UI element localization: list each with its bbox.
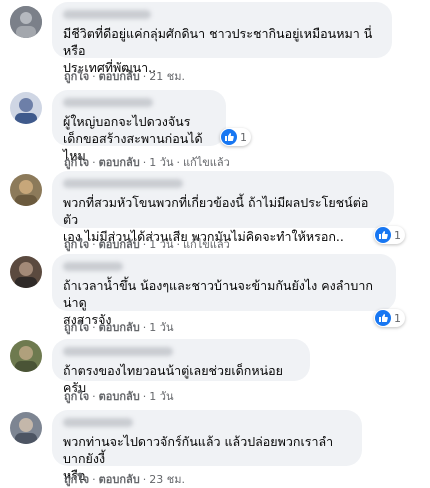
thumbs-up-icon — [375, 227, 391, 243]
comment-bubble: ผู้ใหญ่บอกจะไปดวงจันร เด็กขอสร้างสะพานก่… — [52, 90, 226, 163]
timestamp[interactable]: 1 วัน — [149, 390, 173, 403]
edited-label[interactable]: แก้ไขแล้ว — [183, 238, 230, 251]
reply-link[interactable]: ตอบกลับ — [99, 238, 140, 251]
like-link[interactable]: ถูกใจ — [64, 321, 89, 334]
reaction-number: 1 — [240, 130, 247, 144]
avatar[interactable] — [10, 6, 42, 38]
commenter-name[interactable] — [63, 418, 133, 427]
like-link[interactable]: ถูกใจ — [64, 156, 89, 169]
reply-link[interactable]: ตอบกลับ — [99, 70, 140, 83]
comment-actions: ถูกใจ · ตอบกลับ · 1 วัน — [64, 390, 174, 403]
timestamp[interactable]: 1 วัน — [149, 156, 173, 169]
thumbs-up-icon — [375, 310, 391, 326]
timestamp[interactable]: 1 วัน — [149, 321, 173, 334]
like-link[interactable]: ถูกใจ — [64, 238, 89, 251]
reaction-number: 1 — [394, 311, 401, 325]
comment-bubble: พวกที่สวมหัวโขนพวกที่เกี่ยวข้องนี้ ถ้าไม… — [52, 171, 394, 244]
comment-actions: ถูกใจ · ตอบกลับ · 1 วัน · แก้ไขแล้ว — [64, 156, 230, 169]
commenter-name[interactable] — [63, 347, 173, 356]
comment-bubble: ถ้าตรงของไทยวอนน้าตู่เลยช่วยเด็กหน่อยครั… — [52, 339, 310, 395]
comment-actions: ถูกใจ · ตอบกลับ · 21 ชม. — [64, 70, 185, 83]
avatar[interactable] — [10, 92, 42, 124]
commenter-name[interactable] — [63, 262, 123, 271]
reaction-count[interactable]: 1 — [374, 309, 405, 327]
reply-link[interactable]: ตอบกลับ — [99, 390, 140, 403]
reaction-number: 1 — [394, 228, 401, 242]
timestamp[interactable]: 1 วัน — [149, 238, 173, 251]
reply-link[interactable]: ตอบกลับ — [99, 321, 140, 334]
comment-actions: ถูกใจ · ตอบกลับ · 1 วัน · แก้ไขแล้ว — [64, 238, 230, 251]
avatar[interactable] — [10, 340, 42, 372]
commenter-name[interactable] — [63, 179, 183, 188]
commenter-name[interactable] — [63, 10, 151, 19]
comment-actions: ถูกใจ · ตอบกลับ · 23 ชม. — [64, 473, 185, 486]
commenter-name[interactable] — [63, 98, 153, 107]
reaction-count[interactable]: 1 — [374, 226, 405, 244]
avatar[interactable] — [10, 412, 42, 444]
timestamp[interactable]: 23 ชม. — [149, 473, 185, 486]
comment-bubble: พวกท่านจะไปดาวจักร์กันแล้ว แล้วปล่อยพวกเ… — [52, 410, 362, 483]
timestamp[interactable]: 21 ชม. — [149, 70, 185, 83]
avatar[interactable] — [10, 256, 42, 288]
avatar[interactable] — [10, 174, 42, 206]
reply-link[interactable]: ตอบกลับ — [99, 473, 140, 486]
reply-link[interactable]: ตอบกลับ — [99, 156, 140, 169]
like-link[interactable]: ถูกใจ — [64, 70, 89, 83]
comment-bubble: มีชีวิตที่ดีอยู่แค่กลุ่มศักดินา ชาวประชา… — [52, 2, 392, 75]
like-link[interactable]: ถูกใจ — [64, 390, 89, 403]
comment-actions: ถูกใจ · ตอบกลับ · 1 วัน — [64, 321, 174, 334]
like-link[interactable]: ถูกใจ — [64, 473, 89, 486]
edited-label[interactable]: แก้ไขแล้ว — [183, 156, 230, 169]
reaction-count[interactable]: 1 — [220, 128, 251, 146]
comment-bubble: ถ้าเวลาน้ำขึ้น น้องๆและชาวบ้านจะข้ามกันย… — [52, 254, 396, 327]
thumbs-up-icon — [221, 129, 237, 145]
